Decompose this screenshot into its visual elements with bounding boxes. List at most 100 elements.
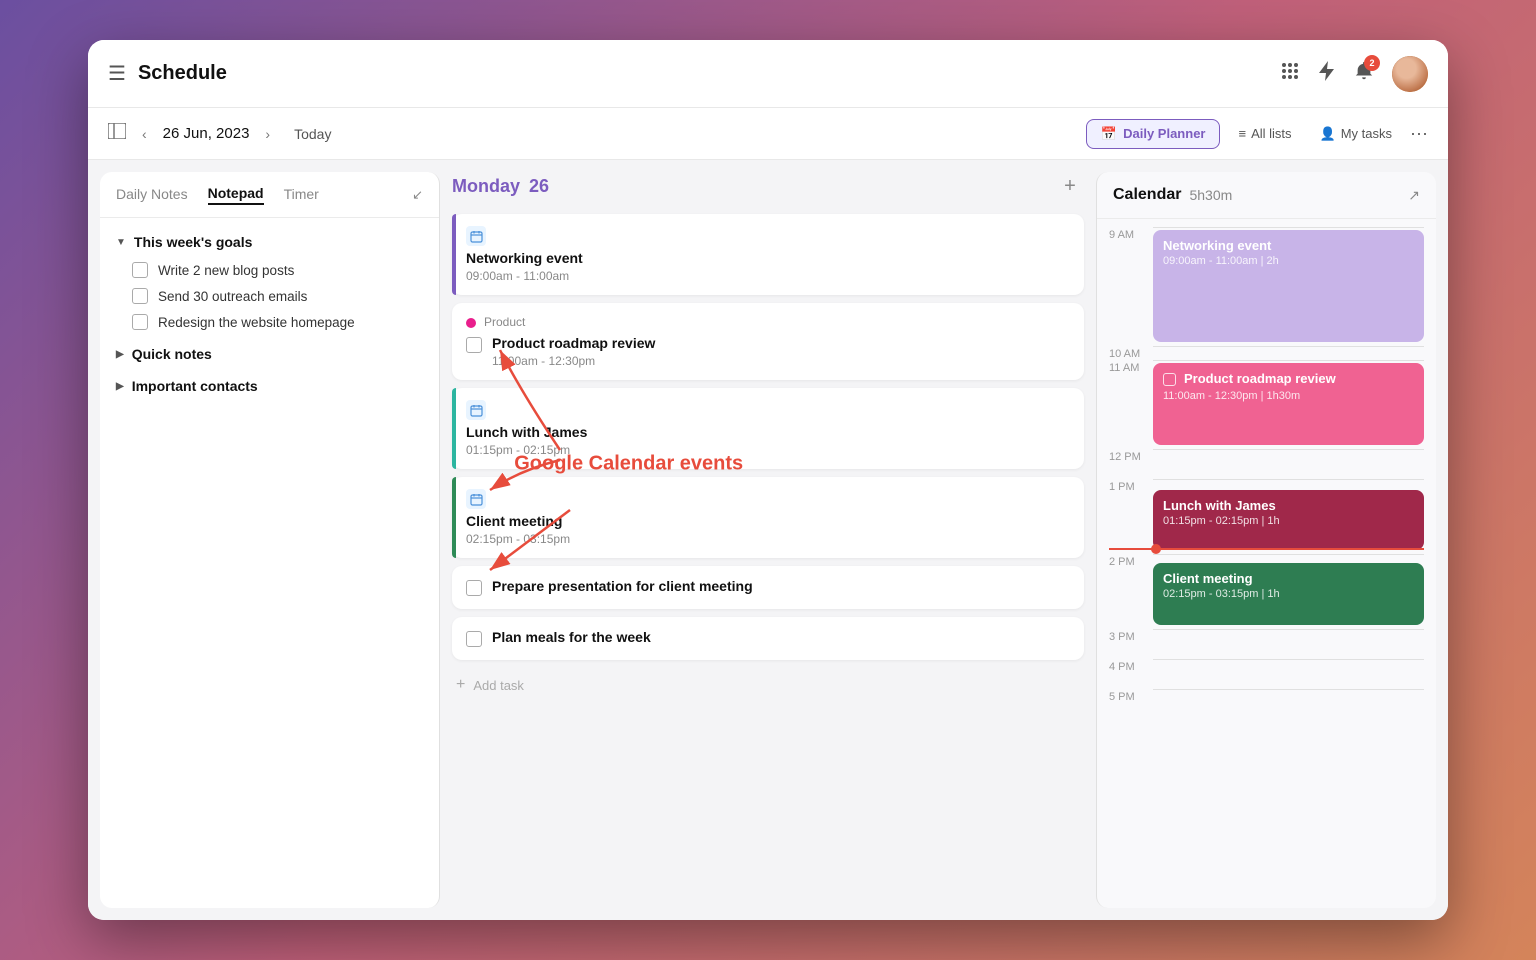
- task-product-roadmap: Product Product roadmap review 11:00am -…: [452, 303, 1084, 380]
- sub-bar-right: 📅 Daily Planner ≡ All lists 👤 My tasks ·…: [1086, 119, 1428, 149]
- cal-event-product-time: 11:00am - 12:30pm | 1h30m: [1163, 390, 1414, 402]
- task-header-lunch: [466, 400, 1070, 420]
- important-contacts-section[interactable]: ▶ Important contacts: [116, 378, 423, 394]
- prev-arrow[interactable]: ‹: [138, 122, 151, 146]
- time-row-9am: 9 AM Networking event 09:00am - 11:00am …: [1109, 227, 1424, 346]
- task-title-product: Product roadmap review: [492, 335, 655, 351]
- cal-event-product-checkbox[interactable]: [1163, 373, 1176, 386]
- menu-icon[interactable]: ☰: [108, 61, 126, 86]
- tab-timer[interactable]: Timer: [284, 186, 319, 204]
- cal-event-networking-title: Networking event: [1163, 238, 1414, 253]
- time-row-1pm: 1 PM Lunch with James 01:15pm - 02:15pm …: [1109, 479, 1424, 554]
- task-lunch: Lunch with James 01:15pm - 02:15pm: [452, 388, 1084, 469]
- calendar-lunch-icon: [466, 400, 486, 420]
- cal-event-product[interactable]: Product roadmap review 11:00am - 12:30pm…: [1153, 363, 1424, 445]
- my-tasks-button[interactable]: 👤 My tasks: [1310, 120, 1402, 148]
- task-header-networking: [466, 226, 1070, 246]
- middle-panel: Monday 26 +: [440, 160, 1096, 920]
- quick-notes-title: Quick notes: [132, 346, 212, 362]
- bolt-icon[interactable]: [1318, 60, 1336, 88]
- now-line: [1109, 548, 1424, 550]
- avatar[interactable]: [1392, 56, 1428, 92]
- task-checkbox-meals[interactable]: [466, 631, 482, 647]
- time-label-12pm: 12 PM: [1109, 449, 1153, 479]
- calendar-title: Calendar: [1113, 186, 1181, 204]
- task-time-lunch: 01:15pm - 02:15pm: [466, 443, 1070, 457]
- goal-item-2: Send 30 outreach emails: [116, 288, 423, 304]
- goal-checkbox-2[interactable]: [132, 288, 148, 304]
- tab-daily-notes[interactable]: Daily Notes: [116, 186, 188, 204]
- goal-text-3: Redesign the website homepage: [158, 315, 355, 330]
- task-row-meals: Plan meals for the week: [466, 629, 1070, 648]
- cal-event-lunch-title: Lunch with James: [1163, 498, 1414, 513]
- task-title-lunch: Lunch with James: [466, 424, 1070, 440]
- today-button[interactable]: Today: [286, 122, 339, 146]
- goal-checkbox-1[interactable]: [132, 262, 148, 278]
- time-spacer-10am: 10 AM: [1109, 346, 1424, 360]
- app-title: Schedule: [138, 62, 1268, 85]
- daily-planner-button[interactable]: 📅 Daily Planner: [1086, 119, 1221, 149]
- task-content-product: Product roadmap review 11:00am - 12:30pm: [492, 335, 655, 368]
- goals-section-header[interactable]: ▼ This week's goals: [116, 234, 423, 250]
- left-panel: Daily Notes Notepad Timer ↙ ▼ This week'…: [100, 172, 440, 908]
- person-icon: 👤: [1320, 126, 1336, 142]
- cal-event-networking-time: 09:00am - 11:00am | 2h: [1163, 255, 1414, 267]
- time-row-4pm: 4 PM: [1109, 659, 1424, 689]
- top-right-icons: 2: [1280, 56, 1428, 92]
- task-time-product: 11:00am - 12:30pm: [492, 354, 655, 368]
- cal-event-lunch-time: 01:15pm - 02:15pm | 1h: [1163, 515, 1414, 527]
- all-lists-button[interactable]: ≡ All lists: [1228, 120, 1301, 147]
- quick-notes-section[interactable]: ▶ Quick notes: [116, 346, 423, 362]
- task-title-networking: Networking event: [466, 250, 1070, 266]
- task-time-networking: 09:00am - 11:00am: [466, 269, 1070, 283]
- now-dot: [1151, 544, 1161, 554]
- add-task-row[interactable]: + Add task: [452, 668, 1084, 702]
- add-day-button[interactable]: +: [1056, 172, 1084, 200]
- expand-calendar-icon[interactable]: ↗: [1408, 187, 1420, 204]
- grid-icon[interactable]: [1280, 61, 1300, 87]
- goals-title: This week's goals: [134, 234, 253, 250]
- time-row-3pm: 3 PM: [1109, 629, 1424, 659]
- cal-event-client-title: Client meeting: [1163, 571, 1414, 586]
- task-title-client: Client meeting: [466, 513, 1070, 529]
- expand-quick-notes-icon: ▶: [116, 349, 124, 360]
- app-window: ☰ Schedule: [88, 40, 1448, 920]
- sidebar-toggle[interactable]: [108, 123, 126, 144]
- cal-event-networking[interactable]: Networking event 09:00am - 11:00am | 2h: [1153, 230, 1424, 342]
- goal-checkbox-3[interactable]: [132, 314, 148, 330]
- notification-badge: 2: [1364, 55, 1380, 71]
- task-checkbox-presentation[interactable]: [466, 580, 482, 596]
- cal-event-lunch[interactable]: Lunch with James 01:15pm - 02:15pm | 1h: [1153, 490, 1424, 550]
- expand-contacts-icon: ▶: [116, 381, 124, 392]
- time-label-4pm: 4 PM: [1109, 659, 1153, 689]
- cal-event-client[interactable]: Client meeting 02:15pm - 03:15pm | 1h: [1153, 563, 1424, 625]
- more-button[interactable]: ···: [1410, 123, 1428, 144]
- calendar-icon: 📅: [1101, 126, 1117, 142]
- goal-text-2: Send 30 outreach emails: [158, 289, 307, 304]
- time-row-5pm: 5 PM: [1109, 689, 1424, 719]
- time-label-1pm: 1 PM: [1109, 479, 1153, 493]
- right-panel: Calendar 5h30m ↗ 9 AM Networking event 0…: [1096, 172, 1436, 908]
- collapse-icon[interactable]: ↙: [412, 187, 423, 203]
- notification-icon[interactable]: 2: [1354, 60, 1374, 88]
- important-contacts-title: Important contacts: [132, 378, 258, 394]
- calendar-task-icon: [466, 226, 486, 246]
- calendar-header: Calendar 5h30m ↗: [1097, 172, 1436, 219]
- add-task-icon: +: [456, 676, 465, 694]
- time-label-11am: 11 AM: [1109, 360, 1153, 374]
- cal-event-client-time: 02:15pm - 03:15pm | 1h: [1163, 588, 1414, 600]
- goal-item-1: Write 2 new blog posts: [116, 262, 423, 278]
- my-tasks-label: My tasks: [1341, 126, 1392, 141]
- task-networking: Networking event 09:00am - 11:00am: [452, 214, 1084, 295]
- calendar-client-icon: [466, 489, 486, 509]
- next-arrow[interactable]: ›: [261, 122, 274, 146]
- calendar-timeline: 9 AM Networking event 09:00am - 11:00am …: [1097, 219, 1436, 908]
- main-content: Daily Notes Notepad Timer ↙ ▼ This week'…: [88, 160, 1448, 920]
- task-row-product: Product roadmap review 11:00am - 12:30pm: [466, 335, 1070, 368]
- task-checkbox-product[interactable]: [466, 337, 482, 353]
- tab-notepad[interactable]: Notepad: [208, 185, 264, 205]
- time-label-9am: 9 AM: [1109, 227, 1153, 241]
- task-presentation: Prepare presentation for client meeting: [452, 566, 1084, 609]
- calendar-duration: 5h30m: [1189, 187, 1232, 203]
- time-label-2pm: 2 PM: [1109, 554, 1153, 568]
